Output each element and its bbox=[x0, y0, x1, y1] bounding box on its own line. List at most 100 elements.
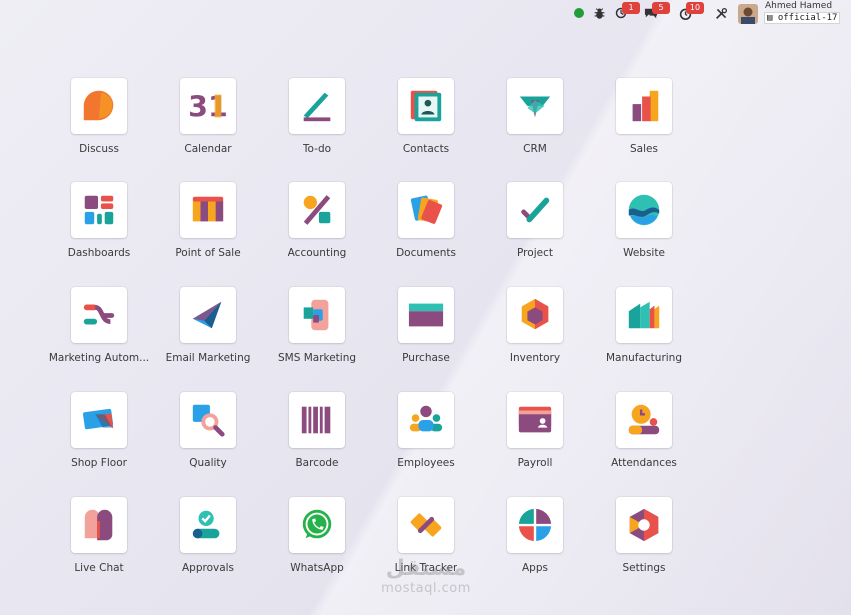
app-settings[interactable]: Settings bbox=[589, 497, 699, 574]
app-label: Sales bbox=[630, 143, 658, 155]
bug-icon[interactable] bbox=[592, 4, 606, 22]
chat-icon[interactable]: 5 bbox=[643, 2, 670, 22]
app-label: Point of Sale bbox=[175, 247, 241, 259]
app-inventory[interactable]: Inventory bbox=[480, 287, 590, 364]
app-tile[interactable] bbox=[180, 182, 236, 238]
app-documents[interactable]: Documents bbox=[371, 182, 481, 259]
app-tile[interactable] bbox=[616, 78, 672, 134]
app-tile[interactable] bbox=[289, 497, 345, 553]
app-tile[interactable] bbox=[71, 182, 127, 238]
app-live-chat[interactable]: Live Chat bbox=[44, 497, 154, 574]
app-label: Inventory bbox=[509, 352, 561, 364]
app-tile[interactable] bbox=[289, 78, 345, 134]
app-tile[interactable] bbox=[398, 497, 454, 553]
svg-text:31: 31 bbox=[189, 90, 227, 123]
tools-icon[interactable] bbox=[714, 4, 728, 22]
app-label: Website bbox=[623, 247, 665, 259]
app-tile[interactable] bbox=[180, 287, 236, 343]
app-sales[interactable]: Sales bbox=[589, 78, 699, 155]
app-project[interactable]: Project bbox=[480, 182, 590, 259]
activity-clock-icon[interactable]: 1 bbox=[613, 2, 640, 22]
app-tile[interactable] bbox=[71, 287, 127, 343]
dashboards-icon bbox=[84, 195, 114, 225]
app-purchase[interactable]: Purchase bbox=[371, 287, 481, 364]
app-label: Link Tracker bbox=[394, 562, 458, 574]
app-tile[interactable] bbox=[398, 78, 454, 134]
app-marketing-automation[interactable]: Marketing Autom... bbox=[44, 287, 154, 364]
whatsapp-icon bbox=[302, 509, 332, 539]
app-label: Employees bbox=[397, 457, 455, 469]
app-apps[interactable]: Apps bbox=[480, 497, 590, 574]
app-discuss[interactable]: Discuss bbox=[44, 78, 154, 155]
inventory-icon bbox=[521, 298, 549, 330]
app-label: Settings bbox=[622, 562, 666, 574]
app-label: Calendar bbox=[184, 143, 232, 155]
app-tile[interactable] bbox=[289, 392, 345, 448]
app-approvals[interactable]: Approvals bbox=[153, 497, 263, 574]
app-barcode[interactable]: Barcode bbox=[262, 392, 372, 469]
app-label: Approvals bbox=[181, 562, 235, 574]
app-label: Quality bbox=[189, 457, 227, 469]
app-label: WhatsApp bbox=[290, 562, 344, 574]
app-tile[interactable] bbox=[616, 182, 672, 238]
app-website[interactable]: Website bbox=[589, 182, 699, 259]
app-tile[interactable] bbox=[507, 182, 563, 238]
user-name[interactable]: Ahmed Hamed bbox=[765, 1, 832, 11]
app-attendances[interactable]: Attendances bbox=[589, 392, 699, 469]
app-payroll[interactable]: Payroll bbox=[480, 392, 590, 469]
app-label: Dashboards bbox=[67, 247, 131, 259]
quality-icon bbox=[192, 404, 225, 437]
app-tile[interactable] bbox=[507, 287, 563, 343]
app-tile[interactable] bbox=[71, 497, 127, 553]
status-online-icon[interactable] bbox=[573, 4, 585, 22]
live-chat-icon bbox=[84, 509, 113, 541]
app-contacts[interactable]: Contacts bbox=[371, 78, 481, 155]
settings-icon bbox=[629, 508, 659, 542]
app-tile[interactable] bbox=[507, 392, 563, 448]
app-manufacturing[interactable]: Manufacturing bbox=[589, 287, 699, 364]
app-point-of-sale[interactable]: Point of Sale bbox=[153, 182, 263, 259]
sales-icon bbox=[632, 90, 659, 122]
app-shop-floor[interactable]: Shop Floor bbox=[44, 392, 154, 469]
purchase-icon bbox=[408, 303, 444, 327]
barcode-icon bbox=[301, 406, 331, 434]
timer-icon[interactable]: 10 bbox=[677, 2, 704, 22]
documents-icon bbox=[410, 195, 443, 224]
app-accounting[interactable]: Accounting bbox=[262, 182, 372, 259]
app-label: Project bbox=[517, 247, 553, 259]
app-tile[interactable] bbox=[289, 287, 345, 343]
app-label: Payroll bbox=[517, 457, 553, 469]
app-tile[interactable] bbox=[71, 392, 127, 448]
app-label: Documents bbox=[396, 247, 456, 259]
app-tile[interactable] bbox=[507, 78, 563, 134]
app-tile[interactable]: 31 bbox=[180, 78, 236, 134]
app-label: Discuss bbox=[79, 143, 119, 155]
app-tile[interactable] bbox=[398, 182, 454, 238]
app-tile[interactable] bbox=[180, 392, 236, 448]
app-calendar[interactable]: 31 Calendar bbox=[153, 78, 263, 155]
app-tile[interactable] bbox=[398, 392, 454, 448]
app-quality[interactable]: Quality bbox=[153, 392, 263, 469]
app-crm[interactable]: CRM bbox=[480, 78, 590, 155]
app-to-do[interactable]: To-do bbox=[262, 78, 372, 155]
shop-floor-icon bbox=[82, 408, 114, 430]
email-marketing-icon bbox=[192, 301, 222, 329]
app-email-marketing[interactable]: Email Marketing bbox=[153, 287, 263, 364]
app-whatsapp[interactable]: WhatsApp bbox=[262, 497, 372, 574]
app-tile[interactable] bbox=[289, 182, 345, 238]
app-tile[interactable] bbox=[616, 287, 672, 343]
point-of-sale-icon bbox=[192, 196, 224, 222]
app-dashboards[interactable]: Dashboards bbox=[44, 182, 154, 259]
app-tile[interactable] bbox=[616, 392, 672, 448]
user-avatar[interactable] bbox=[738, 4, 758, 24]
app-tile[interactable] bbox=[71, 78, 127, 134]
online-status-dot bbox=[574, 8, 584, 18]
contacts-icon bbox=[410, 90, 442, 122]
app-link-tracker[interactable]: Link Tracker bbox=[371, 497, 481, 574]
app-tile[interactable] bbox=[398, 287, 454, 343]
app-tile[interactable] bbox=[507, 497, 563, 553]
app-employees[interactable]: Employees bbox=[371, 392, 481, 469]
app-tile[interactable] bbox=[616, 497, 672, 553]
app-tile[interactable] bbox=[180, 497, 236, 553]
app-sms-marketing[interactable]: SMS Marketing bbox=[262, 287, 372, 364]
